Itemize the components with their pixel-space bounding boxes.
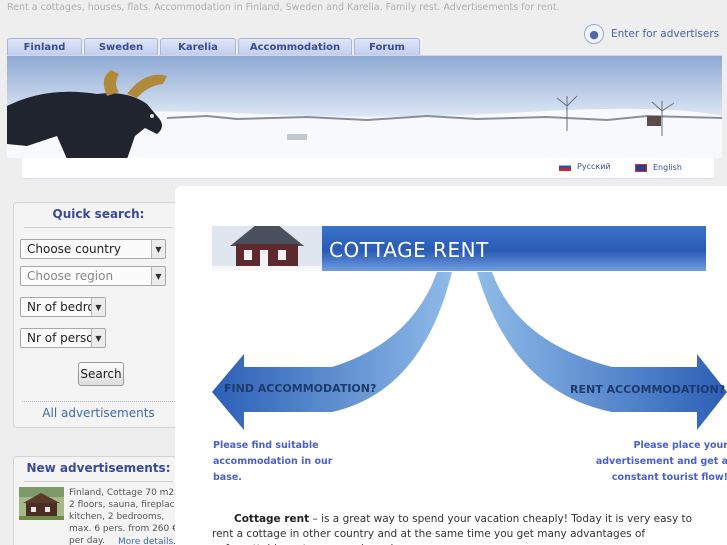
search-button[interactable]: Search bbox=[78, 362, 124, 386]
tab-karelia[interactable]: Karelia bbox=[160, 38, 236, 56]
enter-for-advertisers-link[interactable]: ● Enter for advertisers bbox=[584, 24, 719, 44]
cottage-thumbnail[interactable] bbox=[19, 487, 64, 520]
lang-english[interactable]: English bbox=[635, 163, 682, 172]
more-details-link[interactable]: More details... bbox=[118, 537, 182, 545]
all-advertisements-link[interactable]: All advertisements bbox=[14, 406, 183, 420]
intro-paragraph: Cottage rent – is a great way to spend y… bbox=[212, 512, 712, 545]
find-note: Please find suitable accommodation in ou… bbox=[213, 440, 333, 483]
chevron-down-icon: ▼ bbox=[151, 240, 165, 258]
lang-english-label: English bbox=[653, 163, 682, 172]
cottage-rent-banner: COTTAGE RENT bbox=[212, 226, 706, 271]
advertisers-link-label: Enter for advertisers bbox=[611, 28, 720, 40]
main-nav: Finland Sweden Karelia Accommodation For… bbox=[7, 38, 422, 56]
new-advertisements-panel: New advertisements: Finland, Cottage 70 … bbox=[13, 456, 184, 545]
region-select-value: Choose region bbox=[27, 269, 114, 283]
tab-forum[interactable]: Forum bbox=[354, 38, 420, 56]
chevron-down-icon: ▼ bbox=[151, 267, 165, 285]
hero-title: COTTAGE RENT bbox=[329, 238, 489, 262]
header-banner-image bbox=[7, 55, 722, 158]
quick-search-title: Quick search: bbox=[24, 207, 173, 228]
intro-lead: Cottage rent bbox=[234, 513, 310, 525]
lang-russian[interactable]: Русский bbox=[559, 162, 611, 171]
person-icon: ● bbox=[584, 24, 604, 44]
divider bbox=[22, 401, 175, 402]
lang-russian-label: Русский bbox=[577, 162, 611, 171]
tab-accommodation[interactable]: Accommodation bbox=[238, 38, 352, 56]
country-select-value: Choose country bbox=[27, 242, 122, 256]
language-bar: Русский English bbox=[22, 158, 714, 179]
region-select[interactable]: Choose region ▼ bbox=[20, 266, 166, 286]
rent-accommodation-link[interactable]: RENT ACCOMMODATION? bbox=[570, 383, 725, 396]
persons-select[interactable]: Nr of persons ▼ bbox=[20, 328, 106, 348]
chevron-down-icon: ▼ bbox=[91, 329, 105, 347]
site-tagline: Rent a cottages, houses, flats. Accommod… bbox=[7, 2, 560, 13]
tab-sweden[interactable]: Sweden bbox=[84, 38, 158, 56]
main-content: COTTAGE RENT FIND ACCOMMODATION? RENT AC… bbox=[175, 186, 727, 545]
russia-flag-icon bbox=[559, 162, 571, 171]
tab-finland[interactable]: Finland bbox=[7, 38, 82, 56]
arrows-graphic bbox=[212, 272, 727, 430]
find-accommodation-link[interactable]: FIND ACCOMMODATION? bbox=[224, 382, 376, 395]
bedrooms-select[interactable]: Nr of bedrooms ▼ bbox=[20, 297, 106, 317]
chevron-down-icon: ▼ bbox=[91, 298, 105, 316]
quick-search-panel: Quick search: Choose country ▼ Choose re… bbox=[13, 202, 184, 428]
country-select[interactable]: Choose country ▼ bbox=[20, 239, 166, 259]
rent-note: Please place your advertisement and get … bbox=[595, 440, 727, 483]
new-advertisements-title: New advertisements: bbox=[24, 461, 173, 482]
uk-flag-icon bbox=[635, 163, 647, 172]
